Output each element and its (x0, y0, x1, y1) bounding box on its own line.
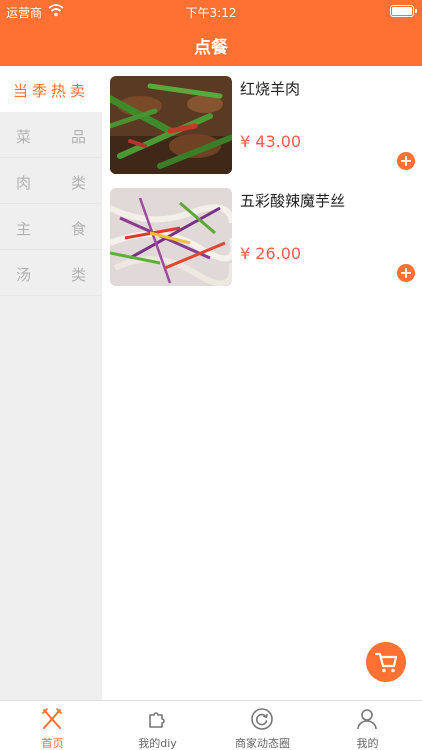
puzzle-icon (149, 712, 165, 728)
cart-button[interactable] (366, 642, 406, 682)
dish-price: ¥ 26.00 (240, 244, 302, 263)
tab-my-diy[interactable]: 我的diy (105, 701, 210, 750)
dish-image[interactable] (110, 188, 232, 286)
page-title: 点餐 (194, 38, 228, 58)
category-label-second: 类 (70, 266, 86, 284)
battery-icon (390, 5, 417, 17)
utensils-icon (42, 708, 62, 729)
category-label-second: 食 (70, 220, 86, 238)
add-to-cart-button[interactable] (397, 152, 415, 170)
tab-mine[interactable]: 我的 (315, 701, 420, 750)
dish-item[interactable]: 五彩酸辣魔芋丝 ¥ 26.00 (102, 178, 422, 290)
tab-bar: 首页 我的diy 商家动态圈 我的 (0, 700, 422, 750)
dish-item[interactable]: 红烧羊肉 ¥ 43.00 (102, 66, 422, 178)
category-label-first: 肉 (16, 174, 32, 192)
category-label: 当季热卖 (12, 82, 89, 100)
category-label-second: 类 (70, 174, 86, 192)
category-label-second: 品 (70, 128, 86, 146)
category-item-seasonal[interactable]: 当季热卖 (0, 66, 102, 112)
tab-merchant-feed[interactable]: 商家动态圈 (210, 701, 315, 750)
tab-label: 我的diy (138, 737, 177, 750)
tab-label: 我的 (356, 737, 379, 750)
dish-list: 红烧羊肉 ¥ 43.00 五彩酸辣魔芋丝 ¥ 26.00 (102, 66, 422, 700)
status-bar: 运营商 下午3:12 (0, 0, 422, 22)
dish-name: 五彩酸辣魔芋丝 (240, 192, 346, 210)
category-item-meat[interactable]: 肉 类 (0, 158, 102, 204)
user-icon (357, 709, 377, 730)
category-label-first: 主 (16, 220, 32, 238)
dish-image[interactable] (110, 76, 232, 174)
tab-label: 首页 (41, 737, 64, 750)
dish-name: 红烧羊肉 (240, 80, 301, 98)
add-to-cart-button[interactable] (397, 264, 415, 282)
nav-bar: 点餐 (0, 22, 422, 66)
tab-home[interactable]: 首页 (0, 701, 105, 750)
category-item-dishes[interactable]: 菜 品 (0, 112, 102, 158)
dish-price: ¥ 43.00 (240, 132, 302, 151)
tab-label: 商家动态圈 (235, 737, 290, 750)
category-item-staple[interactable]: 主 食 (0, 204, 102, 250)
category-label-first: 汤 (16, 266, 32, 284)
status-time: 下午3:12 (185, 6, 237, 20)
category-item-soup[interactable]: 汤 类 (0, 250, 102, 296)
refresh-circle-icon (251, 708, 273, 730)
category-label-first: 菜 (16, 128, 32, 146)
cart-icon (374, 652, 398, 673)
category-sidebar: 当季热卖 菜 品 肉 类 主 食 汤 类 (0, 66, 102, 700)
